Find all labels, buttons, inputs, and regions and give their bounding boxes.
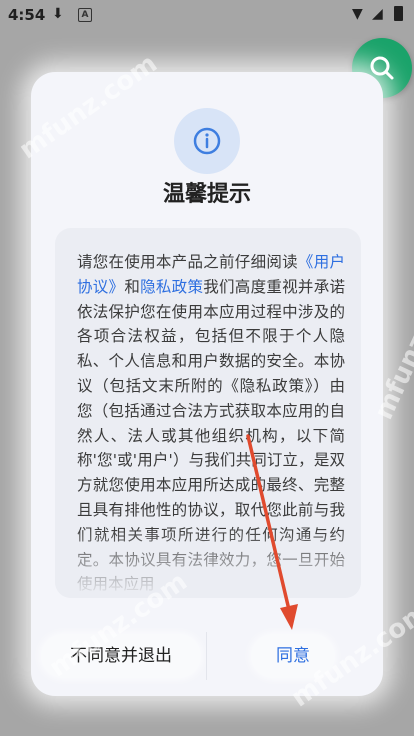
app-notification-icon: A bbox=[78, 8, 92, 22]
content-fade bbox=[55, 528, 361, 598]
signal-icon: ◢ bbox=[372, 6, 383, 22]
privacy-policy-link[interactable]: 隐私政策 bbox=[140, 278, 203, 296]
dialog-title: 温馨提示 bbox=[162, 182, 251, 207]
agreement-content[interactable]: 请您在使用本产品之前仔细阅读《用户协议》和隐私政策我们高度重视并承诺依法保护您在… bbox=[55, 228, 361, 598]
button-divider bbox=[206, 632, 207, 680]
info-icon bbox=[174, 108, 240, 174]
status-time: 4:54 bbox=[8, 6, 46, 24]
battery-icon bbox=[394, 6, 403, 21]
privacy-dialog: 温馨提示 请您在使用本产品之前仔细阅读《用户协议》和隐私政策我们高度重视并承诺依… bbox=[31, 72, 383, 696]
agreement-text-part2: 和 bbox=[124, 277, 141, 296]
status-bar: 4:54 ⬇ A ▼ ◢ bbox=[0, 0, 414, 30]
wifi-icon: ▼ bbox=[352, 6, 363, 22]
download-icon: ⬇ bbox=[52, 6, 64, 22]
agreement-text-part1: 请您在使用本产品之前仔细阅读 bbox=[77, 253, 298, 271]
